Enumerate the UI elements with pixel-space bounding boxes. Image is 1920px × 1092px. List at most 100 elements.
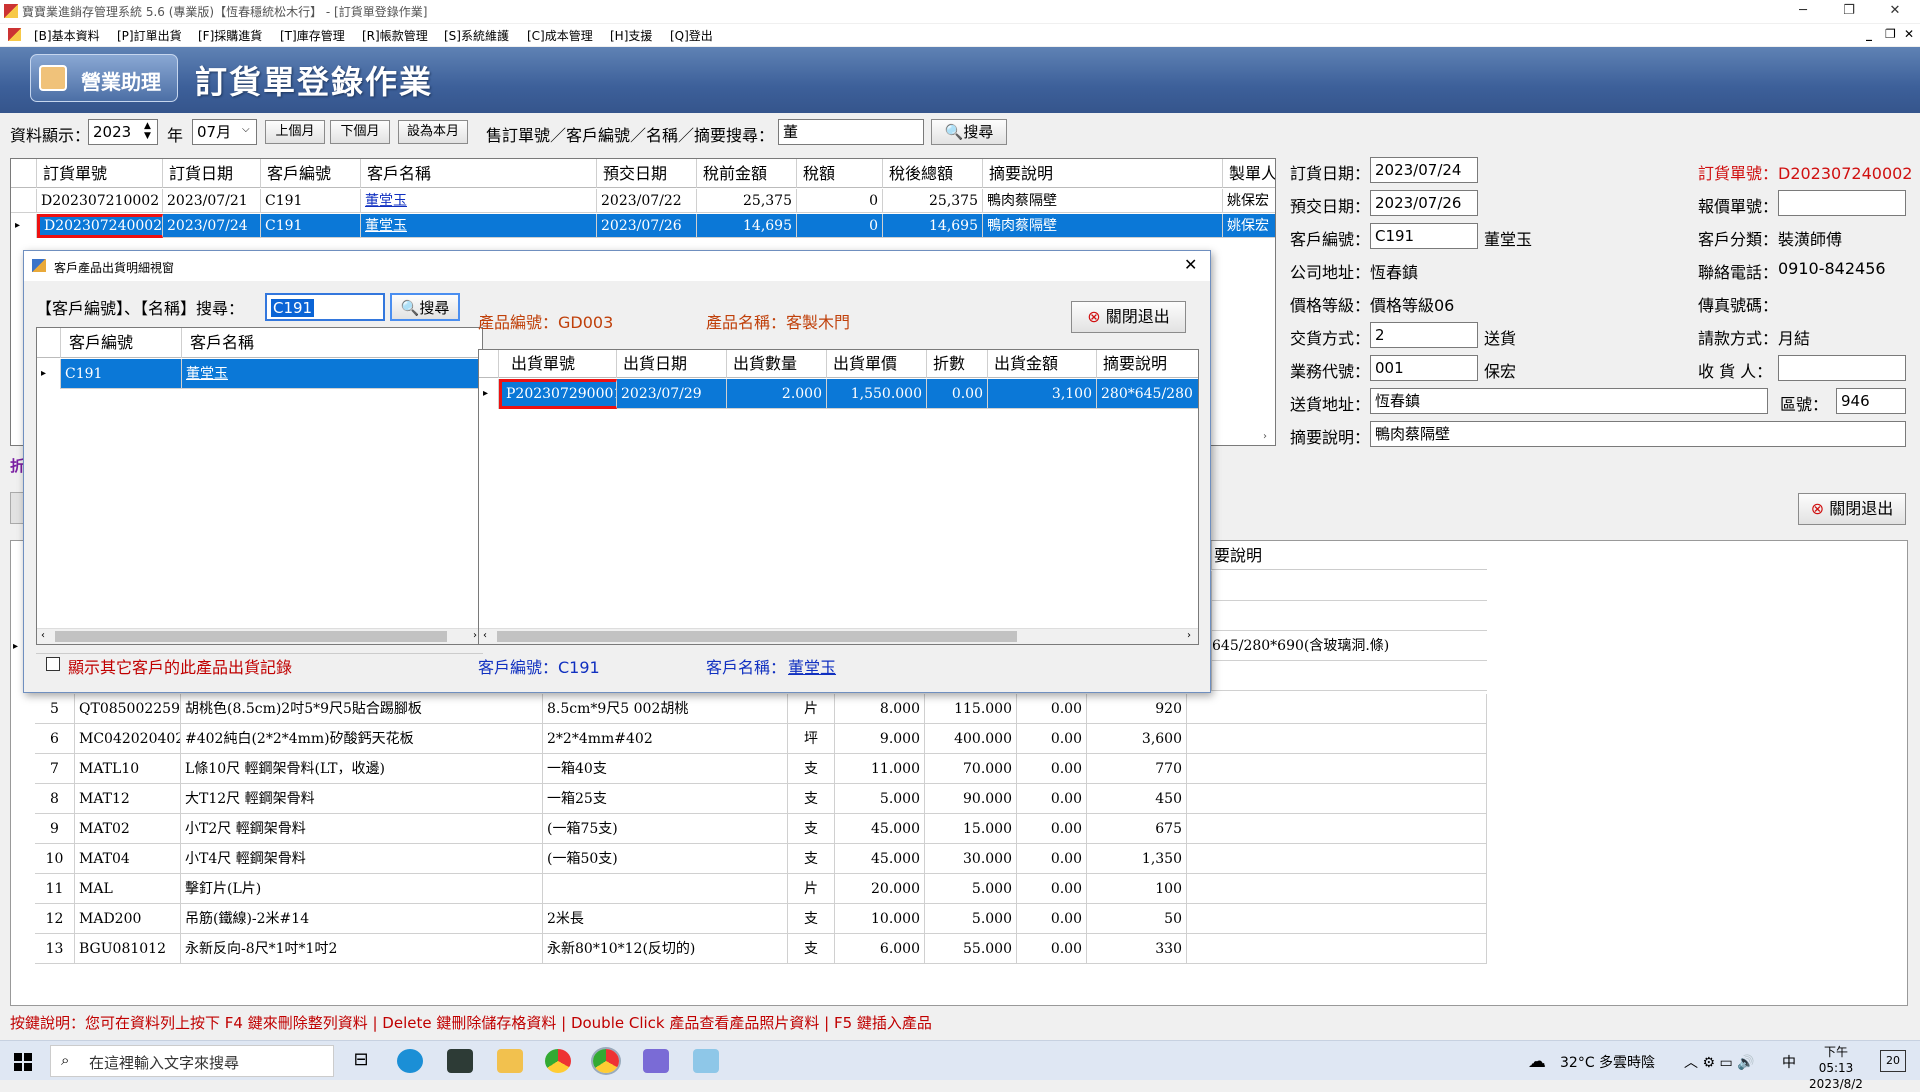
item-cell[interactable]: 0.00 <box>1017 874 1087 904</box>
col-maker[interactable]: 製單人 <box>1223 159 1275 188</box>
horizontal-scrollbar[interactable]: ‹ › <box>479 628 1198 644</box>
cell-order-no[interactable]: D202307240002 <box>37 214 163 238</box>
item-cell[interactable]: 675 <box>1087 814 1187 844</box>
item-cell[interactable]: 支 <box>788 754 835 784</box>
item-cell[interactable]: MAT04 <box>75 844 181 874</box>
item-cell[interactable]: 0.00 <box>1017 724 1087 754</box>
file-explorer-icon[interactable] <box>497 1049 523 1073</box>
close-exit-button[interactable]: ⊗ 關閉退出 <box>1798 493 1906 525</box>
item-cell[interactable]: 45.000 <box>835 844 925 874</box>
due-date-field[interactable]: 2023/07/26 <box>1370 190 1478 216</box>
menu-accounts[interactable]: [R]帳款管理 <box>362 27 428 44</box>
item-cell[interactable]: 12 <box>35 904 75 934</box>
close-button[interactable]: ✕ <box>1872 0 1918 23</box>
dialog-search-button[interactable]: 🔍搜尋 <box>390 293 460 321</box>
ime-indicator[interactable]: 中 <box>1782 1052 1796 1072</box>
item-cell[interactable]: QT0850022595 <box>75 694 181 724</box>
table-row[interactable]: 6 MC042020402 #402純白(2*2*4mm)矽酸鈣天花板 2*2*4mm… <box>35 724 1487 754</box>
item-cell[interactable]: 70.000 <box>925 754 1017 784</box>
this-month-button[interactable]: 設為本月 <box>398 120 468 144</box>
item-cell[interactable]: #402純白(2*2*4mm)矽酸鈣天花板 <box>181 724 543 754</box>
task-view-icon[interactable]: ⊟ <box>348 1049 374 1073</box>
col-dlg-cust-no[interactable]: 客戶編號 <box>61 328 182 358</box>
item-cell[interactable]: 永新反向-8尺*1吋*1吋2 <box>181 934 543 964</box>
cell-ship-memo[interactable]: 280*645/280 <box>1097 379 1198 409</box>
col-ship-memo[interactable]: 摘要說明 <box>1097 350 1198 378</box>
scroll-thumb[interactable] <box>497 631 1017 642</box>
item-cell[interactable]: 片 <box>788 874 835 904</box>
next-month-button[interactable]: 下個月 <box>330 120 390 144</box>
cell-cust-name[interactable]: 董堂玉 <box>361 214 597 238</box>
table-row[interactable]: 13 BGU081012 永新反向-8尺*1吋*1吋2 永新80*10*12(反切的)… <box>35 934 1487 964</box>
item-cell[interactable]: 50 <box>1087 904 1187 934</box>
zone-field[interactable]: 946 <box>1836 388 1906 414</box>
item-cell[interactable]: 45.000 <box>835 814 925 844</box>
table-row[interactable]: D202307210002 2023/07/21 C191 董堂玉 2023/0… <box>11 189 1275 213</box>
clock[interactable]: 下午 05:13 2023/8/2 <box>1806 1044 1866 1092</box>
scroll-left-arrow[interactable]: ‹ <box>483 630 487 641</box>
sales-field[interactable]: 001 <box>1370 355 1478 381</box>
table-row-selected[interactable]: ▸ D202307240002 2023/07/24 C191 董堂玉 2023… <box>11 214 1275 238</box>
cell-ship-price[interactable]: 1,550.000 <box>827 379 927 409</box>
cell-memo[interactable]: 鴨肉蔡隔壁 <box>983 214 1223 238</box>
item-cell[interactable]: 胡桃色(8.5cm)2吋5*9尺5貼合踢腳板 <box>181 694 543 724</box>
taskbar-search[interactable]: ⌕ 在這裡輸入文字來搜尋 <box>50 1045 334 1077</box>
cell-tax[interactable]: 0 <box>797 189 883 213</box>
item-cell[interactable]: MATL10 <box>75 754 181 784</box>
maximize-button[interactable]: ❐ <box>1826 0 1872 23</box>
delivery-field[interactable]: 2 <box>1370 322 1478 348</box>
spin-arrows-icon[interactable]: ▲ ▼ <box>144 121 151 141</box>
item-cell[interactable]: 擊釘片(L片) <box>181 874 543 904</box>
tray-icons[interactable]: ︿ ⚙ ▭ 🔊 <box>1684 1052 1755 1072</box>
item-cell[interactable]: 一箱40支 <box>543 754 788 784</box>
cell-pre-tax[interactable]: 14,695 <box>697 214 797 238</box>
cust-no-field[interactable]: C191 <box>1370 223 1478 249</box>
item-cell[interactable]: 吊筋(鐵線)-2米#14 <box>181 904 543 934</box>
cell-order-date[interactable]: 2023/07/21 <box>163 189 261 213</box>
cell-memo[interactable]: 鴨肉蔡隔壁 <box>983 189 1223 213</box>
scroll-right-arrow[interactable]: › <box>1263 431 1267 442</box>
dialog-search-input[interactable]: C191 <box>265 293 385 321</box>
item-cell[interactable]: 1,350 <box>1087 844 1187 874</box>
item-cell[interactable]: 8.000 <box>835 694 925 724</box>
item-cell[interactable]: 小T2尺 輕鋼架骨料 <box>181 814 543 844</box>
chrome-icon[interactable] <box>545 1049 571 1073</box>
table-row[interactable]: 11 MAL 擊釘片(L片) 片 20.000 5.000 0.00 100 <box>35 874 1487 904</box>
mdi-close[interactable]: ✕ <box>1904 27 1914 41</box>
menu-system[interactable]: [S]系統維護 <box>444 27 509 44</box>
mdi-restore[interactable]: ❐ <box>1885 27 1896 41</box>
item-cell[interactable]: 3,600 <box>1087 724 1187 754</box>
cell-ship-qty[interactable]: 2.000 <box>727 379 827 409</box>
cell-total[interactable]: 14,695 <box>883 214 983 238</box>
item-cell[interactable]: 115.000 <box>925 694 1017 724</box>
item-cell[interactable]: MAT12 <box>75 784 181 814</box>
weather-text[interactable]: 32°C 多雲時陰 <box>1560 1052 1655 1072</box>
cell-cust-name[interactable]: 董堂玉 <box>361 189 597 213</box>
windows-start-icon[interactable] <box>14 1053 32 1071</box>
col-cust-name[interactable]: 客戶名稱 <box>361 159 597 188</box>
item-cell[interactable]: MAD200 <box>75 904 181 934</box>
item-cell[interactable]: L條10尺 輕鋼架骨料(LT，收邊) <box>181 754 543 784</box>
item-cell[interactable]: 11.000 <box>835 754 925 784</box>
item-cell[interactable]: 770 <box>1087 754 1187 784</box>
item-cell[interactable]: 6 <box>35 724 75 754</box>
item-cell[interactable]: 920 <box>1087 694 1187 724</box>
cust-name-link[interactable]: 董堂玉 <box>365 218 407 234</box>
dialog-close-icon[interactable]: ✕ <box>1184 255 1197 274</box>
search-input[interactable]: 董 <box>778 119 924 145</box>
table-row[interactable]: 12 MAD200 吊筋(鐵線)-2米#14 2米長支 10.000 5.000 0.00 5… <box>35 904 1487 934</box>
cell-ship-date[interactable]: 2023/07/29 <box>617 379 727 409</box>
mdi-minimize[interactable]: _ <box>1866 27 1872 41</box>
item-cell[interactable]: 13 <box>35 934 75 964</box>
cell-cust-no[interactable]: C191 <box>261 214 361 238</box>
table-row-selected[interactable]: ▸ C191 董堂玉 <box>37 359 482 389</box>
col-ship-date[interactable]: 出貨日期 <box>617 350 727 378</box>
item-cell[interactable]: 永新80*10*12(反切的) <box>543 934 788 964</box>
item-cell[interactable] <box>543 874 788 904</box>
table-row[interactable]: 8 MAT12 大T12尺 輕鋼架骨料 一箱25支支 5.000 90.000 0.00 45… <box>35 784 1487 814</box>
item-cell[interactable]: 0.00 <box>1017 934 1087 964</box>
cell-tax[interactable]: 0 <box>797 214 883 238</box>
item-cell[interactable]: 支 <box>788 934 835 964</box>
item-cell[interactable]: 5.000 <box>925 874 1017 904</box>
cell-dlg-cust-no[interactable]: C191 <box>61 359 182 389</box>
